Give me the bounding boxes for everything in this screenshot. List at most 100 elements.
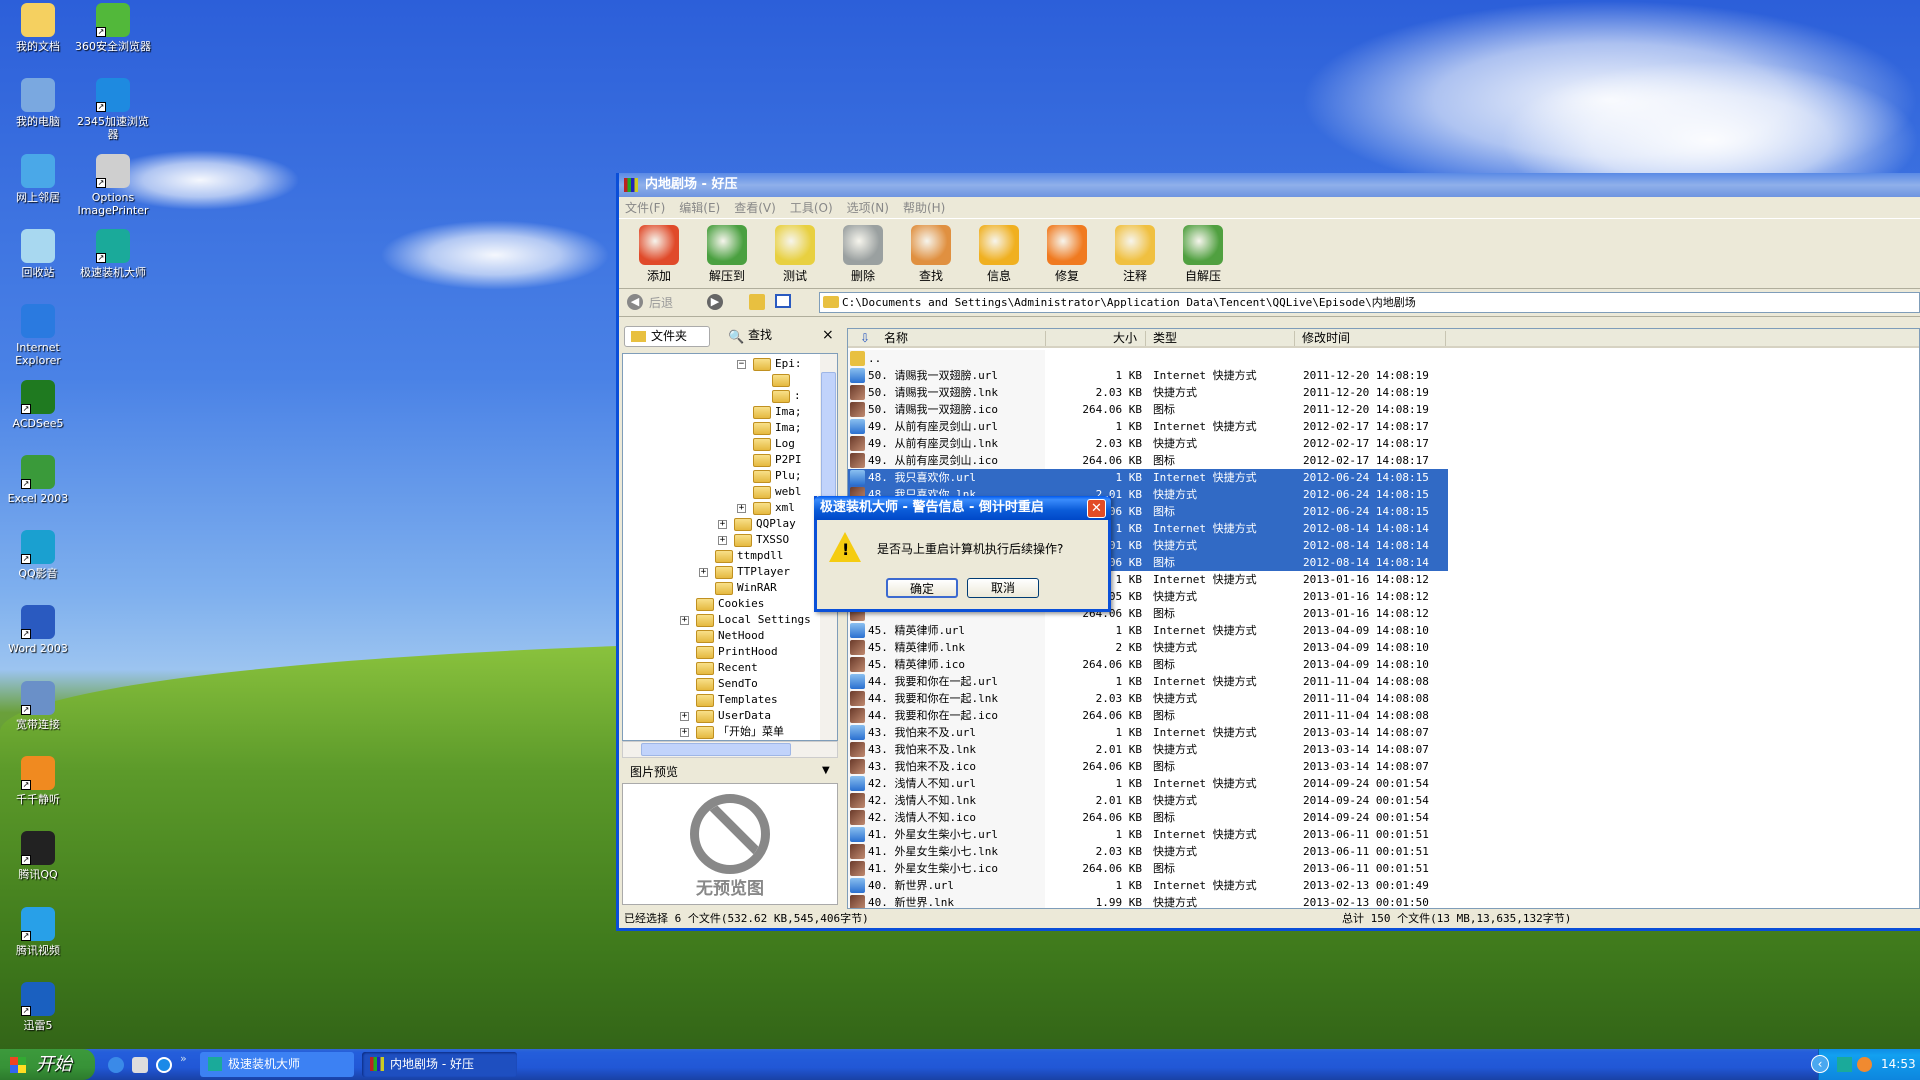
close-pane-button[interactable]: ×	[822, 327, 834, 343]
file-row[interactable]: 49. 从前有座灵剑山.lnk 2.03 KB 快捷方式 2012-02-17 14:…	[848, 435, 1448, 452]
file-row[interactable]: 44. 我要和你在一起.ico 264.06 KB 图标 2011-11-04 14:…	[848, 707, 1448, 724]
file-row[interactable]: 45. 精英律师.lnk 2 KB 快捷方式 2013-04-09 14:08:10	[848, 639, 1448, 656]
desktop-icon[interactable]: 我的电脑	[0, 78, 76, 128]
menu-item[interactable]: 选项(N)	[847, 197, 889, 218]
file-row[interactable]: 43. 我怕来不及.ico 264.06 KB 图标 2013-03-14 14:08…	[848, 758, 1448, 775]
expand-toggle-icon[interactable]: +	[699, 568, 708, 577]
menu-item[interactable]: 工具(O)	[790, 197, 833, 218]
file-row[interactable]: 40. 新世界.url 1 KB Internet 快捷方式 2013-02-13 0…	[848, 877, 1448, 894]
desktop-icon[interactable]: 我的文档	[0, 3, 76, 53]
toolbar-button[interactable]: 自解压	[1169, 219, 1237, 288]
tree-node[interactable]	[772, 372, 794, 388]
tree-node[interactable]: Recent	[696, 660, 758, 676]
file-row[interactable]: 45. 精英律师.ico 264.06 KB 图标 2013-04-09 14:08:…	[848, 656, 1448, 673]
menu-item[interactable]: 文件(F)	[625, 197, 665, 218]
desktop-icon[interactable]: 网上邻居	[0, 153, 76, 204]
desktop-icon[interactable]: 回收站	[0, 228, 76, 279]
tree-node[interactable]: Log	[753, 436, 795, 452]
file-row[interactable]: 44. 我要和你在一起.url 1 KB Internet 快捷方式 2011-11-…	[848, 673, 1448, 690]
file-row[interactable]: 50. 请赐我一双翅膀.url 1 KB Internet 快捷方式 2011-12-…	[848, 367, 1448, 384]
expand-toggle-icon[interactable]: +	[718, 520, 727, 529]
file-row[interactable]: 42. 浅情人不知.lnk 2.01 KB 快捷方式 2014-09-24 00:01…	[848, 792, 1448, 809]
desktop-icon[interactable]: ↗ ACDSee5	[0, 379, 76, 430]
toolbar-button[interactable]: 测试	[761, 219, 829, 288]
tree-node[interactable]: ttmpdll	[715, 548, 783, 564]
desktop-icon[interactable]: ↗ 2345加速浏览器	[75, 78, 151, 141]
desktop-icon[interactable]: ↗ 迅雷5	[0, 981, 76, 1032]
dialog-titlebar[interactable]: 极速装机大师 - 警告信息 - 倒计时重启 ✕	[814, 496, 1111, 520]
desktop-icon[interactable]: ↗ QQ影音	[0, 530, 76, 580]
up-folder-icon[interactable]	[749, 294, 765, 310]
scroll-thumb[interactable]	[641, 743, 791, 756]
file-row[interactable]: 41. 外星女生柴小七.url 1 KB Internet 快捷方式 2013-06-…	[848, 826, 1448, 843]
file-row[interactable]: 43. 我怕来不及.url 1 KB Internet 快捷方式 2013-03-14…	[848, 724, 1448, 741]
view-mode-icon[interactable]	[775, 294, 791, 308]
desktop-quicklaunch-icon[interactable]	[132, 1057, 148, 1073]
file-row[interactable]: ..	[848, 350, 1448, 367]
desktop-icon[interactable]: ↗ 腾讯QQ	[0, 831, 76, 881]
tree-node[interactable]: WinRAR	[715, 580, 777, 596]
expand-toggle-icon[interactable]: +	[680, 728, 689, 737]
tree-node[interactable]: SendTo	[696, 676, 758, 692]
toolbar-button[interactable]: 解压到	[693, 219, 761, 288]
file-row[interactable]: 43. 我怕来不及.lnk 2.01 KB 快捷方式 2013-03-14 14:08…	[848, 741, 1448, 758]
forward-arrow-icon[interactable]: ▶	[707, 294, 723, 310]
file-row[interactable]: 42. 浅情人不知.url 1 KB Internet 快捷方式 2014-09-24…	[848, 775, 1448, 792]
tree-node[interactable]: Cookies	[696, 596, 764, 612]
menu-item[interactable]: 查看(V)	[734, 197, 776, 218]
back-arrow-icon[interactable]: ◀	[627, 294, 643, 310]
toolbar-button[interactable]: 注释	[1101, 219, 1169, 288]
tree-node[interactable]: Ima;	[753, 404, 802, 420]
toolbar-button[interactable]: 添加	[625, 219, 693, 288]
tree-node[interactable]: + Local Settings	[680, 612, 811, 628]
tree-horizontal-scrollbar[interactable]	[622, 741, 838, 758]
ok-button[interactable]: 确定	[886, 578, 958, 598]
toolbar-button[interactable]: 查找	[897, 219, 965, 288]
expand-toggle-icon[interactable]: +	[718, 536, 727, 545]
tab-search[interactable]: 🔍 查找	[722, 326, 802, 347]
expand-toggle-icon[interactable]: −	[737, 360, 746, 369]
back-button[interactable]: 后退	[649, 294, 673, 311]
expand-toggle-icon[interactable]: +	[737, 504, 746, 513]
desktop-icon[interactable]: ↗ 极速装机大师	[75, 228, 151, 279]
file-row[interactable]: 50. 请赐我一双翅膀.ico 264.06 KB 图标 2011-12-20 14:…	[848, 401, 1448, 418]
dialog-close-button[interactable]: ✕	[1087, 499, 1106, 518]
column-modified[interactable]: 修改时间	[1302, 329, 1350, 348]
file-row[interactable]: 45. 精英律师.url 1 KB Internet 快捷方式 2013-04-09 …	[848, 622, 1448, 639]
start-button[interactable]: 开始	[0, 1049, 95, 1080]
desktop-icon[interactable]: Internet Explorer	[0, 304, 76, 367]
tray-expand-icon[interactable]: ‹	[1811, 1055, 1829, 1073]
toolbar-button[interactable]: 信息	[965, 219, 1033, 288]
file-row[interactable]: 49. 从前有座灵剑山.url 1 KB Internet 快捷方式 2012-02-…	[848, 418, 1448, 435]
tree-node[interactable]: Ima;	[753, 420, 802, 436]
desktop-icon[interactable]: ↗ 360安全浏览器	[75, 3, 151, 53]
tree-node[interactable]: − Epi:	[737, 356, 802, 372]
file-row[interactable]: 41. 外星女生柴小七.lnk 2.03 KB 快捷方式 2013-06-11 00:…	[848, 843, 1448, 860]
desktop-icon[interactable]: ↗ 宽带连接	[0, 680, 76, 731]
desktop-icon[interactable]: ↗ 千千静听	[0, 756, 76, 806]
file-row[interactable]: 42. 浅情人不知.ico 264.06 KB 图标 2014-09-24 00:01…	[848, 809, 1448, 826]
file-row[interactable]: 49. 从前有座灵剑山.ico 264.06 KB 图标 2012-02-17 14:…	[848, 452, 1448, 469]
tree-node[interactable]: Plu;	[753, 468, 802, 484]
tree-node[interactable]: + TTPlayer	[699, 564, 790, 580]
tree-node[interactable]: + QQPlay	[718, 516, 796, 532]
desktop-icon[interactable]: ↗ 腾讯视频	[0, 906, 76, 957]
desktop-icon[interactable]: ↗ Excel 2003	[0, 454, 76, 505]
browser-quicklaunch-icon[interactable]	[156, 1057, 172, 1073]
toolbar-button[interactable]: 修复	[1033, 219, 1101, 288]
preview-collapse-icon[interactable]: ▼	[822, 765, 830, 776]
column-size[interactable]: 大小	[1113, 329, 1137, 348]
tree-node[interactable]: + TXSSO	[718, 532, 789, 548]
cancel-button[interactable]: 取消	[967, 578, 1039, 598]
menu-item[interactable]: 帮助(H)	[903, 197, 945, 218]
column-type[interactable]: 类型	[1153, 329, 1177, 348]
task-haozip[interactable]: 内地剧场 - 好压	[362, 1052, 517, 1077]
file-row[interactable]: 40. 新世界.lnk 1.99 KB 快捷方式 2013-02-13 00:01:5…	[848, 894, 1448, 908]
file-row[interactable]: 50. 请赐我一双翅膀.lnk 2.03 KB 快捷方式 2011-12-20 14:…	[848, 384, 1448, 401]
expand-toggle-icon[interactable]: +	[680, 712, 689, 721]
app-tray-icon[interactable]	[1857, 1057, 1872, 1072]
tree-node[interactable]: + xml	[737, 500, 795, 516]
window-titlebar[interactable]: 内地剧场 - 好压	[619, 173, 1920, 197]
tree-node[interactable]: NetHood	[696, 628, 764, 644]
chevron-icon[interactable]: »	[180, 1052, 187, 1065]
